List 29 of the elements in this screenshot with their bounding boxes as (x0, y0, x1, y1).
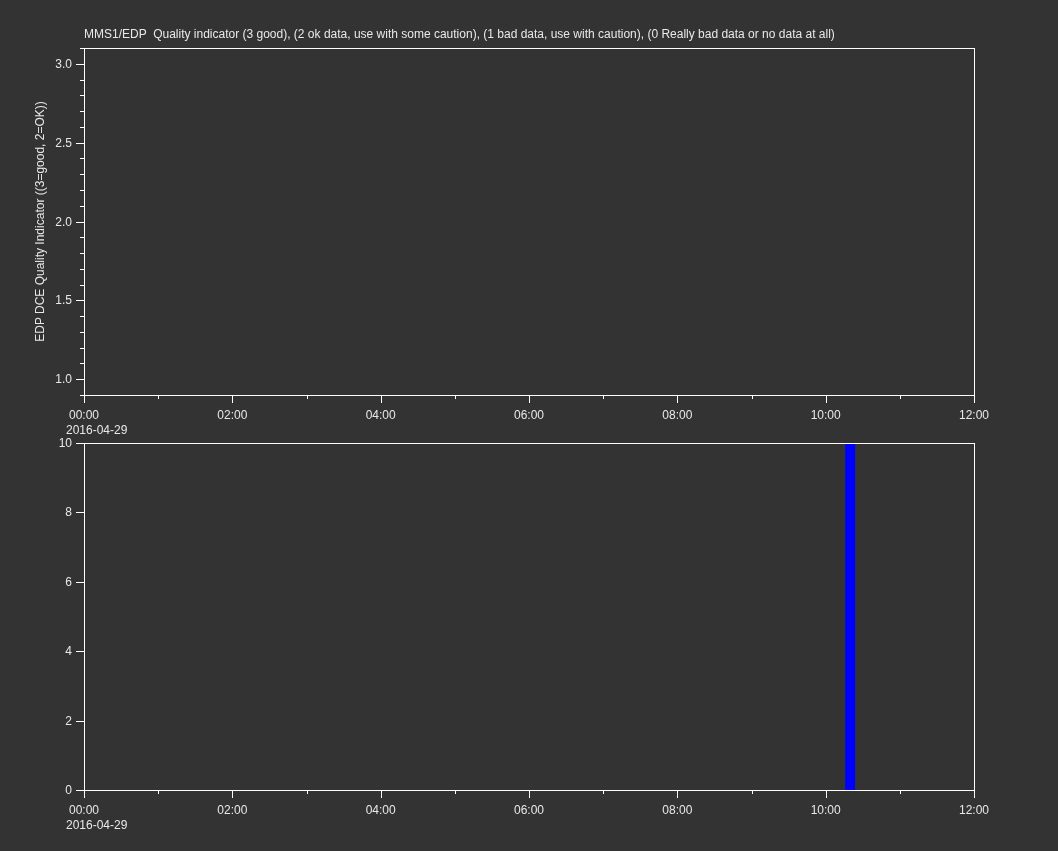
tick-label: 08:00 (662, 408, 693, 422)
tick-label: 3.0 (55, 56, 72, 71)
tick-label: 08:00 (662, 803, 693, 817)
tick-label: 2.0 (55, 214, 72, 229)
y-axis-label: EDP DCE Quality Indicator ((3=good, 2=OK)) (33, 101, 47, 342)
tick-label: 10 (58, 437, 72, 450)
tick-label: 04:00 (365, 803, 396, 817)
tick-label: 0 (65, 783, 72, 797)
tick-label: 1.0 (55, 372, 72, 387)
tick-label: 02:00 (217, 803, 248, 817)
tick-label: 00:00 (69, 803, 99, 817)
tick-label: 06:00 (514, 803, 544, 817)
tick-label: 10:00 (810, 408, 841, 422)
tick-label: 1.5 (55, 293, 72, 308)
tick-label: 2.5 (55, 135, 72, 150)
tick-label: 4 (65, 644, 72, 659)
date-label: 2016-04-29 (66, 818, 128, 832)
tick-label: 8 (65, 505, 72, 520)
chart-title: MMS1/EDP Quality indicator (3 good), (2 ok data, use with some caution), (1 bad data, use with caution), (0 Really bad data or no data at all) (84, 27, 835, 41)
date-label: 2016-04-29 (66, 423, 128, 437)
tick-label: 00:00 (69, 408, 99, 422)
tick-label: 02:00 (217, 408, 248, 422)
tick-label: 12:00 (959, 803, 989, 817)
tick-label: 10:00 (810, 803, 841, 817)
tick-label: 2 (65, 713, 72, 728)
tick-label: 6 (65, 574, 72, 589)
tick-label: 04:00 (365, 408, 396, 422)
tick-label: 12:00 (959, 408, 989, 422)
tick-label: 06:00 (514, 408, 544, 422)
